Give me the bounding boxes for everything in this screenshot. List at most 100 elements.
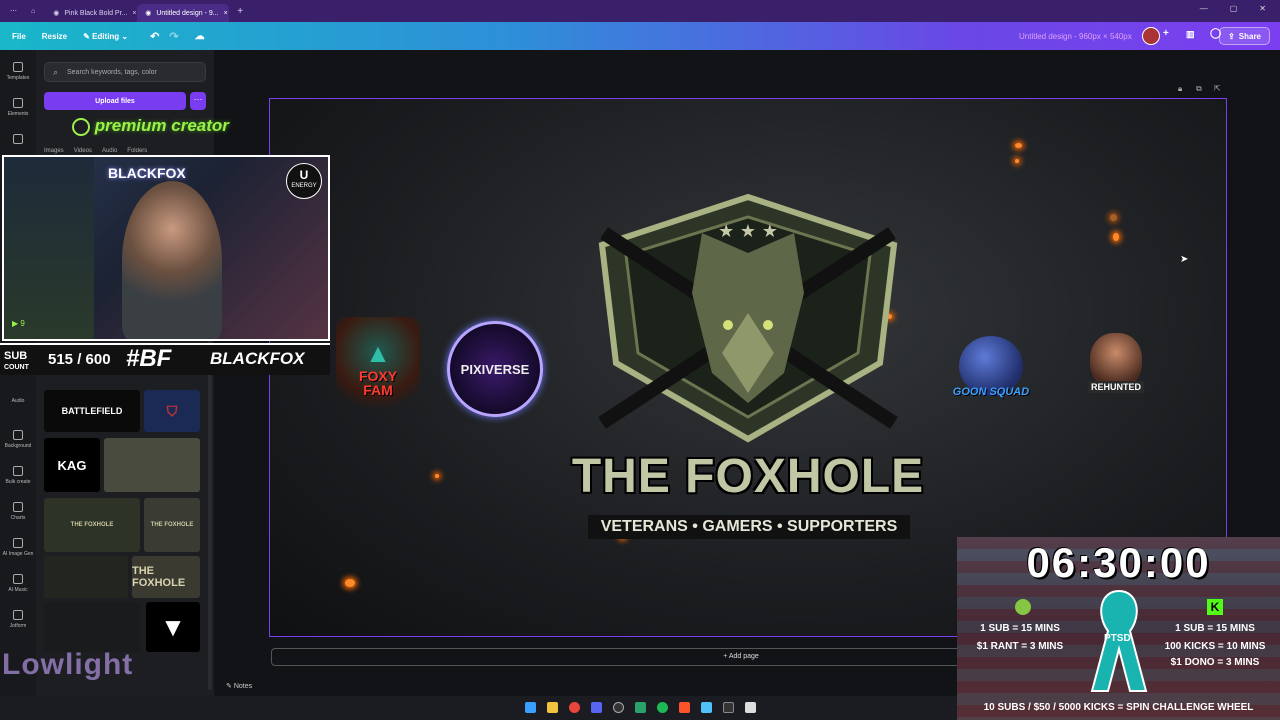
rail-label: Elements [7,111,29,117]
pixiverse-logo[interactable]: PIXIVERSE [447,321,543,417]
goon-squad-logo[interactable]: GOON SQUAD [938,319,1044,415]
rail-templates[interactable]: Templates [0,62,36,81]
rail-bulk-create[interactable]: Bulk create [0,466,36,485]
editing-mode-button[interactable]: ✎ Editing ⌄ [83,32,128,41]
app-icon[interactable] [635,702,646,713]
ai-image-icon [13,538,23,548]
home-icon[interactable]: ⌂ [31,8,35,15]
timer-footer: 10 SUBS / $50 / 5000 KICKS = SPIN CHALLE… [983,702,1254,713]
file-menu[interactable]: File [12,32,26,41]
rumble-icon [1015,599,1031,615]
rail-background[interactable]: Background [0,430,36,449]
lowlight-watermark: Lowlight [2,648,134,681]
foxy-fam-logo[interactable]: ▲ FOXY FAM [336,317,420,417]
upload-thumb-foxhole-1[interactable]: THE FOXHOLE [44,498,140,552]
redo-icon[interactable]: ↷ [169,30,178,43]
analytics-icon[interactable]: ▥ [1186,29,1195,40]
rail-text[interactable] [0,134,36,147]
close-window-icon[interactable]: ✕ [1259,4,1266,13]
upload-thumb-texture[interactable] [104,438,200,492]
rail-ai-image-gen[interactable]: AI Image Gen [0,538,36,557]
foxhole-crest[interactable]: ★ ★ ★ [594,193,902,443]
sub-count-value: 515 / 600 [48,351,111,368]
upload-thumb-foxhole-text[interactable]: THE FOXHOLE [132,556,200,598]
brave-icon[interactable] [679,702,690,713]
energy-label: ENERGY [291,183,317,189]
rail-audio[interactable]: Audio [0,398,36,404]
rail-label: Charts [10,515,26,521]
upload-thumb-dark-bg[interactable] [44,556,128,598]
rail-ai-music[interactable]: AI Music [0,574,36,593]
document-icon[interactable] [745,702,756,713]
tagline[interactable]: VETERANS • GAMERS • SUPPORTERS [588,515,910,539]
rail-label: Jotform [9,623,27,629]
rail-jotform[interactable]: Jotform [0,610,36,629]
share-icon: ⇪ [1228,31,1235,41]
notes-button[interactable]: ✎ Notes [226,682,252,690]
rail-label: Bulk create [5,479,31,485]
tab-label: Pink Black Bold Pr... [64,9,128,17]
resize-button[interactable]: Resize [42,32,67,41]
search-input[interactable]: ⌕ Search keywords, tags, color [44,62,206,82]
minimize-icon[interactable]: — [1200,4,1208,13]
tab-audio[interactable]: Audio [102,148,117,154]
upload-thumb-kag[interactable]: KAG [44,438,100,492]
add-collaborator-icon[interactable]: + [1163,28,1169,39]
document-title[interactable]: Untitled design - 960px × 540px [1019,32,1132,41]
upload-thumb-dark-2[interactable] [44,602,140,652]
canva-favicon-icon: ◉ [145,10,152,17]
page-lock-icon[interactable]: 🔒︎ [1178,84,1182,94]
svg-text:★ ★ ★: ★ ★ ★ [718,221,778,242]
elements-icon [13,98,23,108]
upload-thumb-foxhole-2[interactable]: THE FOXHOLE [144,498,200,552]
chevron-down-icon: ⌄ [121,31,129,41]
templates-icon [13,62,23,72]
export-page-icon[interactable]: ⇱ [1214,84,1221,93]
share-button[interactable]: ⇪ Share [1219,27,1270,45]
tab-images[interactable]: Images [44,148,64,154]
close-icon[interactable]: × [224,10,228,17]
discord-icon[interactable] [591,702,602,713]
terminal-icon[interactable] [723,702,734,713]
chrome-icon[interactable] [569,702,580,713]
windows-start-icon[interactable] [525,702,536,713]
tab-folders[interactable]: Folders [127,148,147,154]
menu-dots-icon[interactable]: ⋯ [10,7,17,15]
browser-tab-2[interactable]: ◉ Untitled design - 9... × [137,4,230,22]
share-label: Share [1238,31,1261,41]
tab-videos[interactable]: Videos [74,148,92,154]
duplicate-page-icon[interactable]: ⧉ [1196,84,1202,94]
file-explorer-icon[interactable] [547,702,558,713]
ember [345,579,355,587]
cloud-save-icon[interactable]: ☁ [195,31,205,42]
upload-thumb-outbound[interactable]: ⛉ [144,390,200,432]
notepad-icon[interactable] [701,702,712,713]
rail-label: AI Image Gen [2,551,34,557]
left-rate-2: $1 RANT = 3 MINS [976,641,1064,652]
upload-files-button[interactable]: Upload files [44,92,186,110]
new-tab-button[interactable]: + [237,6,243,17]
spotify-icon[interactable] [657,702,668,713]
energy-badge: U ENERGY [286,163,322,199]
rail-elements[interactable]: Elements [0,98,36,117]
undo-icon[interactable]: ↶ [150,30,159,43]
rail-charts[interactable]: Charts [0,502,36,521]
maximize-icon[interactable]: ▢ [1230,4,1238,13]
avatar[interactable] [1142,27,1160,45]
ai-music-icon [13,574,23,584]
left-rail: Templates Elements Audio Background Bulk… [0,50,36,700]
upload-thumb-fox-mask[interactable]: ▼ [146,602,200,652]
thumb-label: KAG [57,457,87,473]
rail-label: Audio [11,398,25,404]
right-rate-1: 1 SUB = 15 MINS [1175,623,1255,634]
obs-icon[interactable] [613,702,624,713]
rehunted-logo[interactable]: REHUNTED [1076,319,1156,407]
upload-thumb-battlefield[interactable]: BATTLEFIELD [44,390,140,432]
kick-icon: K [1207,599,1223,615]
thumb-label: THE FOXHOLE [132,565,186,589]
ptsd-ribbon: PTSD [1090,587,1148,693]
close-icon[interactable]: × [132,10,136,17]
browser-tab-1[interactable]: ◉ Pink Black Bold Pr... × [45,4,137,22]
main-title[interactable]: THE FOXHOLE [568,449,928,504]
more-options-button[interactable]: ⋯ [190,92,206,110]
